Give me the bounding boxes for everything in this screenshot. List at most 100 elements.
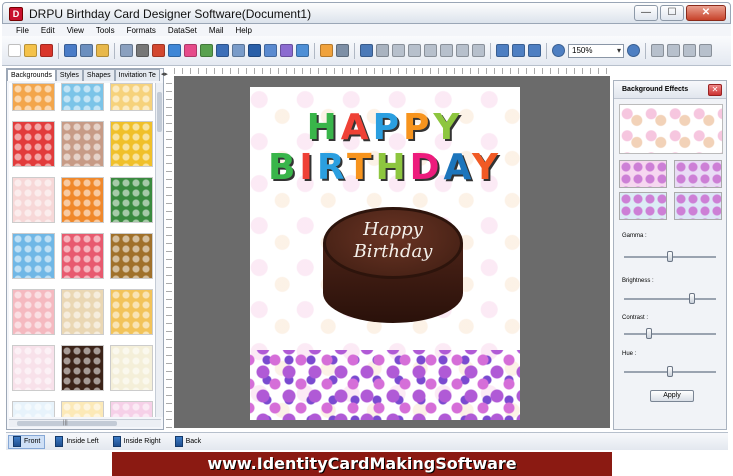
background-thumbnail[interactable] (110, 177, 153, 223)
zoom-out-icon[interactable] (627, 44, 640, 57)
previous-icon[interactable] (683, 44, 696, 57)
wordart-icon[interactable] (232, 44, 245, 57)
page-inside-left-button[interactable]: Inside Left (51, 435, 102, 449)
background-thumbnail[interactable] (12, 289, 55, 335)
zoom-in-icon[interactable] (552, 44, 565, 57)
bring-front-icon[interactable] (456, 44, 469, 57)
background-thumbnail[interactable] (110, 401, 153, 417)
minimize-button[interactable]: — (634, 5, 658, 21)
background-thumbnail[interactable] (12, 401, 55, 417)
background-thumbnail[interactable] (12, 233, 55, 279)
tab-invitation-templates[interactable]: Invitation Te (114, 69, 160, 81)
save-as-icon[interactable] (80, 44, 93, 57)
page-back-button[interactable]: Back (171, 435, 206, 449)
background-thumbnail[interactable] (12, 345, 55, 391)
effect-swatch[interactable] (619, 160, 667, 188)
hue-slider[interactable] (624, 366, 716, 377)
close-icon[interactable]: ✕ (708, 84, 722, 96)
background-thumbnail[interactable] (12, 121, 55, 167)
document-icon[interactable] (264, 44, 277, 57)
fit-window-icon[interactable] (528, 44, 541, 57)
font-icon[interactable] (248, 44, 261, 57)
database-icon[interactable] (320, 44, 333, 57)
gamma-knob[interactable] (667, 251, 673, 262)
effect-swatch[interactable] (674, 160, 722, 188)
scroll-thumb[interactable] (157, 92, 162, 132)
text-icon[interactable] (184, 44, 197, 57)
background-thumbnail[interactable] (110, 83, 153, 111)
birthday-text[interactable]: BIRTHDAY (250, 147, 520, 188)
delete-icon[interactable] (440, 44, 453, 57)
menu-edit[interactable]: Edit (41, 26, 55, 35)
lock-icon[interactable] (651, 44, 664, 57)
background-thumbnail[interactable] (61, 289, 104, 335)
tab-shapes[interactable]: Shapes (82, 69, 115, 81)
menu-file[interactable]: File (16, 26, 29, 35)
brightness-knob[interactable] (688, 293, 695, 304)
menu-mail[interactable]: Mail (209, 26, 224, 35)
barcode-icon[interactable] (336, 44, 349, 57)
background-thumbnail[interactable] (110, 121, 153, 167)
page-front-button[interactable]: Front (8, 434, 46, 449)
image-icon[interactable] (216, 44, 229, 57)
apply-button[interactable]: Apply (650, 390, 694, 402)
shapes-icon[interactable] (168, 44, 181, 57)
effect-swatch[interactable] (619, 192, 667, 220)
new-icon[interactable] (8, 44, 21, 57)
design-canvas[interactable]: HAPPY BIRTHDAY Happy Birthday (174, 76, 610, 428)
unlock-icon[interactable] (667, 44, 680, 57)
background-thumbnail[interactable] (110, 345, 153, 391)
background-thumbnail[interactable] (61, 401, 104, 417)
redo-icon[interactable] (376, 44, 389, 57)
birthday-card[interactable]: HAPPY BIRTHDAY Happy Birthday (250, 87, 520, 420)
cake-image[interactable]: Happy Birthday (323, 207, 463, 337)
contrast-slider[interactable] (624, 328, 716, 339)
signature-icon[interactable] (280, 44, 293, 57)
background-thumbnail[interactable] (61, 345, 104, 391)
close-doc-icon[interactable] (40, 44, 53, 57)
grid-icon[interactable] (496, 44, 509, 57)
menu-view[interactable]: View (67, 26, 84, 35)
menu-tools[interactable]: Tools (96, 26, 115, 35)
background-thumbnail[interactable] (110, 289, 153, 335)
send-back-icon[interactable] (472, 44, 485, 57)
next-icon[interactable] (699, 44, 712, 57)
save-icon[interactable] (64, 44, 77, 57)
background-thumbnail[interactable] (61, 83, 104, 111)
menu-formats[interactable]: Formats (127, 26, 156, 35)
hue-knob[interactable] (667, 366, 673, 377)
effect-swatch[interactable] (674, 192, 722, 220)
menu-dataset[interactable]: DataSet (168, 26, 197, 35)
background-thumbnail[interactable] (110, 233, 153, 279)
email-icon[interactable] (296, 44, 309, 57)
background-thumbnail[interactable] (12, 83, 55, 111)
print-icon[interactable] (136, 44, 149, 57)
background-thumbnail[interactable] (61, 233, 104, 279)
export-icon[interactable] (96, 44, 109, 57)
brightness-slider[interactable] (624, 293, 716, 304)
copy-icon[interactable] (408, 44, 421, 57)
page-inside-right-button[interactable]: Inside Right (109, 435, 165, 449)
print-preview-icon[interactable] (152, 44, 165, 57)
cut-icon[interactable] (392, 44, 405, 57)
happy-text[interactable]: HAPPY (250, 107, 520, 148)
maximize-button[interactable]: ☐ (660, 5, 684, 21)
background-thumbnail[interactable] (61, 121, 104, 167)
open-icon[interactable] (24, 44, 37, 57)
zoom-select[interactable]: 150% (568, 43, 624, 58)
properties-icon[interactable] (120, 44, 133, 57)
contrast-knob[interactable] (645, 328, 652, 339)
vertical-scrollbar[interactable] (155, 83, 163, 417)
tab-styles[interactable]: Styles (55, 69, 83, 81)
pencil-icon[interactable] (200, 44, 213, 57)
close-button[interactable]: ✕ (686, 5, 726, 21)
horizontal-scrollbar[interactable]: ||| (9, 419, 161, 427)
paste-icon[interactable] (424, 44, 437, 57)
gamma-slider[interactable] (624, 251, 716, 262)
actual-size-icon[interactable] (512, 44, 525, 57)
background-thumbnail[interactable] (12, 177, 55, 223)
tab-backgrounds[interactable]: Backgrounds (7, 69, 56, 81)
undo-icon[interactable] (360, 44, 373, 57)
background-thumbnail[interactable] (61, 177, 104, 223)
menu-help[interactable]: Help (236, 26, 252, 35)
